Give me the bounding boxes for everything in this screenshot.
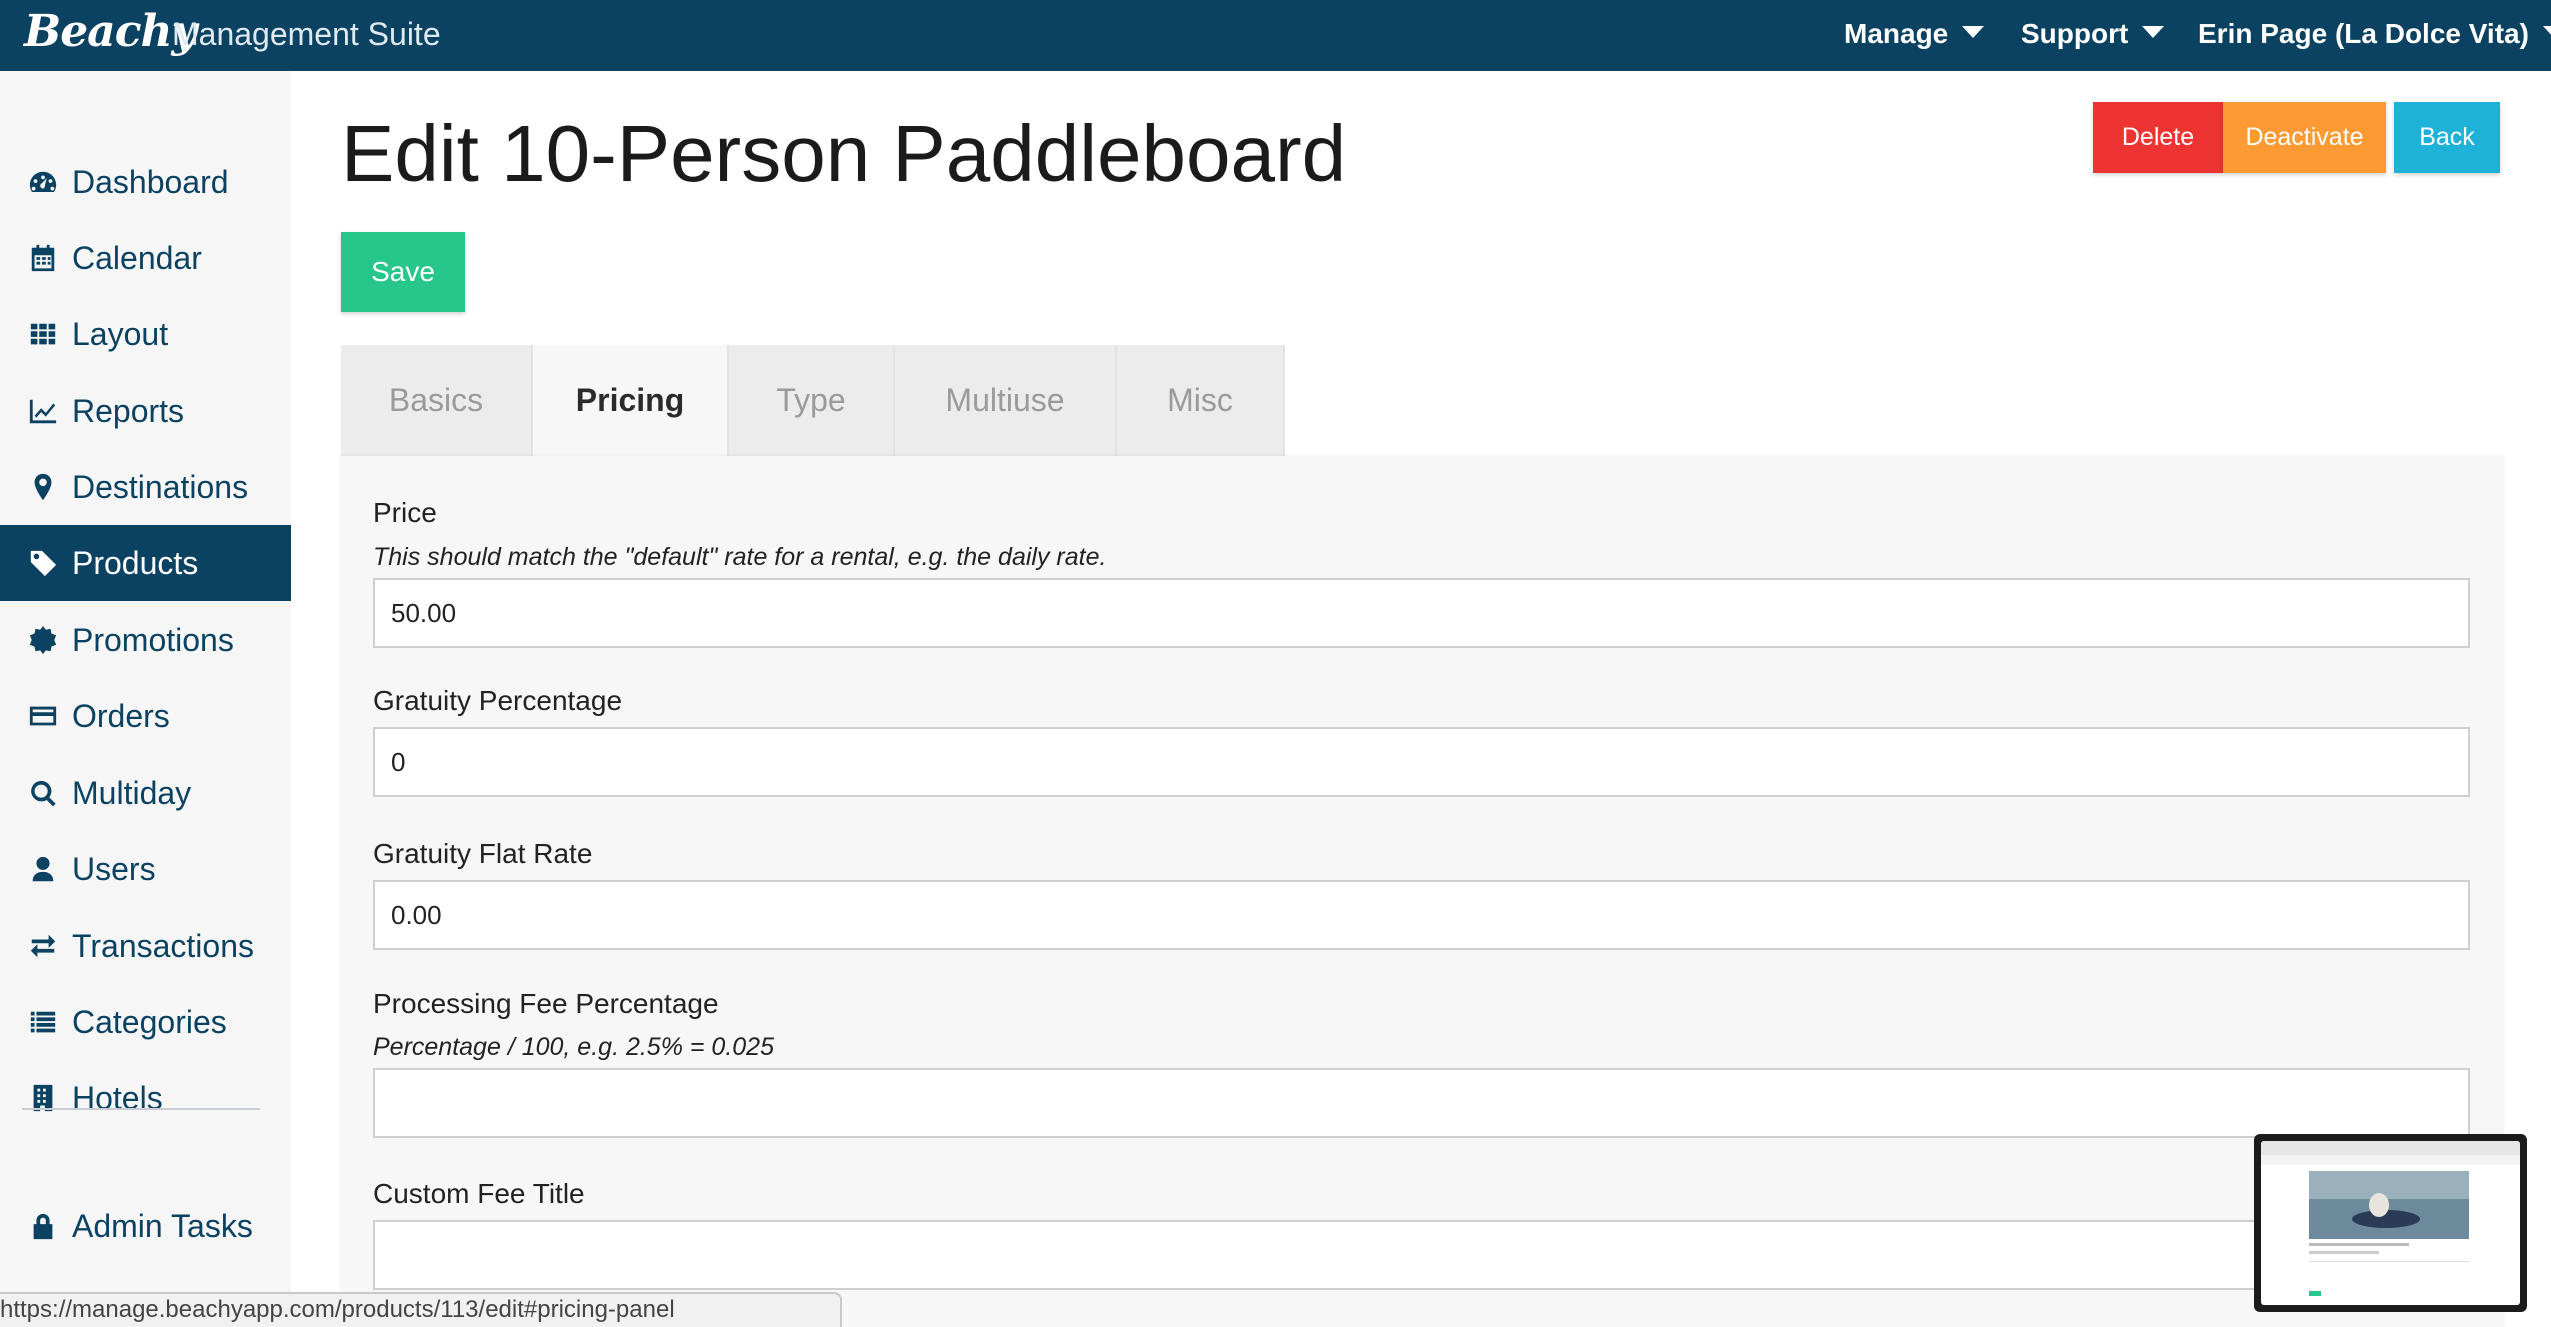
custom-fee-title-input[interactable] (373, 1220, 2470, 1290)
delete-button[interactable]: Delete (2093, 102, 2223, 173)
sidebar-item-multiday[interactable]: Multiday (0, 755, 291, 831)
tab-type[interactable]: Type (729, 345, 895, 456)
status-url: https://manage.beachyapp.com/products/11… (0, 1296, 675, 1323)
list-icon (26, 1005, 60, 1039)
sidebar-item-calendar[interactable]: Calendar (0, 220, 291, 296)
sidebar-item-label: Dashboard (72, 163, 229, 200)
exchange-icon (26, 929, 60, 963)
sidebar-item-categories[interactable]: Categories (0, 984, 291, 1060)
sidebar-item-label: Admin Tasks (72, 1207, 253, 1244)
sidebar-item-transactions[interactable]: Transactions (0, 908, 291, 984)
line-chart-icon (26, 394, 60, 428)
grid-icon (26, 317, 60, 351)
back-button[interactable]: Back (2394, 102, 2500, 173)
price-input[interactable] (373, 578, 2470, 648)
calendar-icon (26, 241, 60, 275)
price-label: Price (373, 497, 437, 528)
manage-menu[interactable]: Manage (1844, 18, 1985, 50)
tab-misc[interactable]: Misc (1117, 345, 1285, 456)
gratuity-percentage-input[interactable] (373, 727, 2470, 797)
gratuity-flat-rate-label: Gratuity Flat Rate (373, 838, 593, 869)
sidebar-item-products[interactable]: Products (0, 525, 291, 601)
user-icon (26, 852, 60, 886)
sidebar-item-label: Products (72, 544, 199, 581)
sidebar-item-label: Calendar (72, 239, 202, 276)
processing-fee-help-text: Percentage / 100, e.g. 2.5% = 0.025 (373, 1033, 774, 1061)
processing-fee-label: Processing Fee Percentage (373, 988, 719, 1019)
sidebar-item-hotels[interactable]: Hotels (0, 1060, 291, 1136)
sidebar-item-users[interactable]: Users (0, 831, 291, 907)
screenshot-preview-image (2261, 1141, 2520, 1296)
tag-icon (26, 546, 60, 580)
sidebar-item-label: Categories (72, 1003, 227, 1040)
sidebar-item-label: Promotions (72, 621, 234, 658)
sidebar-item-label: Layout (72, 315, 169, 352)
sidebar-item-promotions[interactable]: Promotions (0, 602, 291, 678)
sidebar-item-layout[interactable]: Layout (0, 296, 291, 372)
badge-icon (26, 623, 60, 657)
sidebar-item-reports[interactable]: Reports (0, 373, 291, 449)
credit-card-icon (26, 699, 60, 733)
sidebar-item-dashboard[interactable]: Dashboard (0, 144, 291, 220)
caret-down-icon (2142, 26, 2165, 38)
tab-pricing[interactable]: Pricing (533, 345, 729, 456)
map-marker-icon (26, 470, 60, 504)
sidebar-item-label: Reports (72, 392, 185, 429)
sidebar-item-label: Orders (72, 697, 170, 734)
user-menu-label: Erin Page (La Dolce Vita) (2198, 18, 2529, 49)
sidebar-item-label: Transactions (72, 927, 254, 964)
tab-basics[interactable]: Basics (341, 345, 533, 456)
sidebar: Dashboard Calendar Layout Reports Destinatio… (0, 71, 291, 1327)
deactivate-button[interactable]: Deactivate (2223, 102, 2386, 173)
sidebar-item-label: Hotels (72, 1079, 163, 1116)
caret-down-icon (2542, 26, 2551, 38)
price-help-text: This should match the "default" rate for… (373, 543, 1107, 571)
sidebar-item-label: Users (72, 850, 156, 887)
sidebar-item-label: Destinations (72, 468, 249, 505)
page-title: Edit 10-Person Paddleboard (341, 109, 1347, 198)
processing-fee-input[interactable] (373, 1068, 2470, 1138)
gratuity-percentage-label: Gratuity Percentage (373, 685, 623, 716)
gratuity-flat-rate-input[interactable] (373, 880, 2470, 950)
search-icon (26, 776, 60, 810)
app-suite-title: Management Suite (172, 16, 441, 52)
manage-menu-label: Manage (1844, 18, 1949, 49)
sidebar-item-admin-tasks[interactable]: Admin Tasks (0, 1188, 291, 1264)
user-menu[interactable]: Erin Page (La Dolce Vita) (2198, 18, 2551, 50)
custom-fee-title-label: Custom Fee Title (373, 1178, 585, 1209)
lock-icon (26, 1209, 60, 1243)
browser-status-bar: https://manage.beachyapp.com/products/11… (0, 1292, 842, 1327)
sidebar-item-destinations[interactable]: Destinations (0, 449, 291, 525)
sidebar-item-label: Multiday (72, 774, 192, 811)
beachy-logo[interactable]: Beachy (24, 6, 197, 57)
sidebar-divider (22, 1108, 260, 1110)
screenshot-thumbnail[interactable] (2254, 1134, 2527, 1312)
top-navbar: Beachy Management Suite Manage Support E… (0, 0, 2551, 71)
save-button[interactable]: Save (341, 232, 465, 312)
support-menu-label: Support (2021, 18, 2129, 49)
dashboard-icon (26, 165, 60, 199)
support-menu[interactable]: Support (2021, 18, 2165, 50)
screenshot-preview (2261, 1141, 2520, 1305)
product-tabs: Basics Pricing Type Multiuse Misc (341, 345, 1285, 456)
sidebar-item-orders[interactable]: Orders (0, 678, 291, 754)
caret-down-icon (1962, 26, 1985, 38)
tab-multiuse[interactable]: Multiuse (895, 345, 1117, 456)
